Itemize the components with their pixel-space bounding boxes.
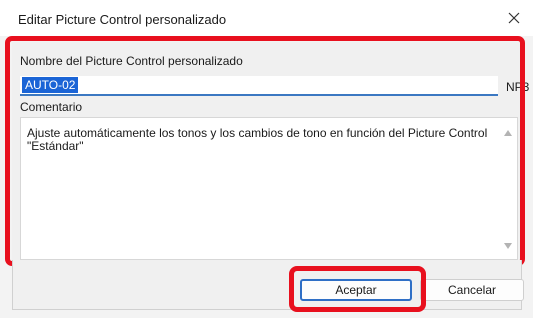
comment-label: Comentario xyxy=(20,100,83,114)
name-input[interactable]: AUTO-02 xyxy=(20,76,498,96)
name-label: Nombre del Picture Control personalizado xyxy=(20,54,243,68)
scroll-up-icon[interactable] xyxy=(504,130,512,136)
name-input-value: AUTO-02 xyxy=(22,77,79,93)
title-bar: Editar Picture Control personalizado xyxy=(0,0,533,36)
cancel-button[interactable]: Cancelar xyxy=(420,279,524,301)
scroll-down-icon[interactable] xyxy=(504,243,512,249)
comment-textarea[interactable]: Ajuste automáticamente los tonos y los c… xyxy=(20,117,518,260)
accept-button[interactable]: Aceptar xyxy=(300,279,412,301)
name-suffix: NP3 xyxy=(506,80,530,94)
dialog-window: Editar Picture Control personalizado Nom… xyxy=(0,0,533,318)
close-icon[interactable] xyxy=(505,9,523,27)
window-title: Editar Picture Control personalizado xyxy=(18,12,227,27)
comment-text: Ajuste automáticamente los tonos y los c… xyxy=(27,126,488,153)
